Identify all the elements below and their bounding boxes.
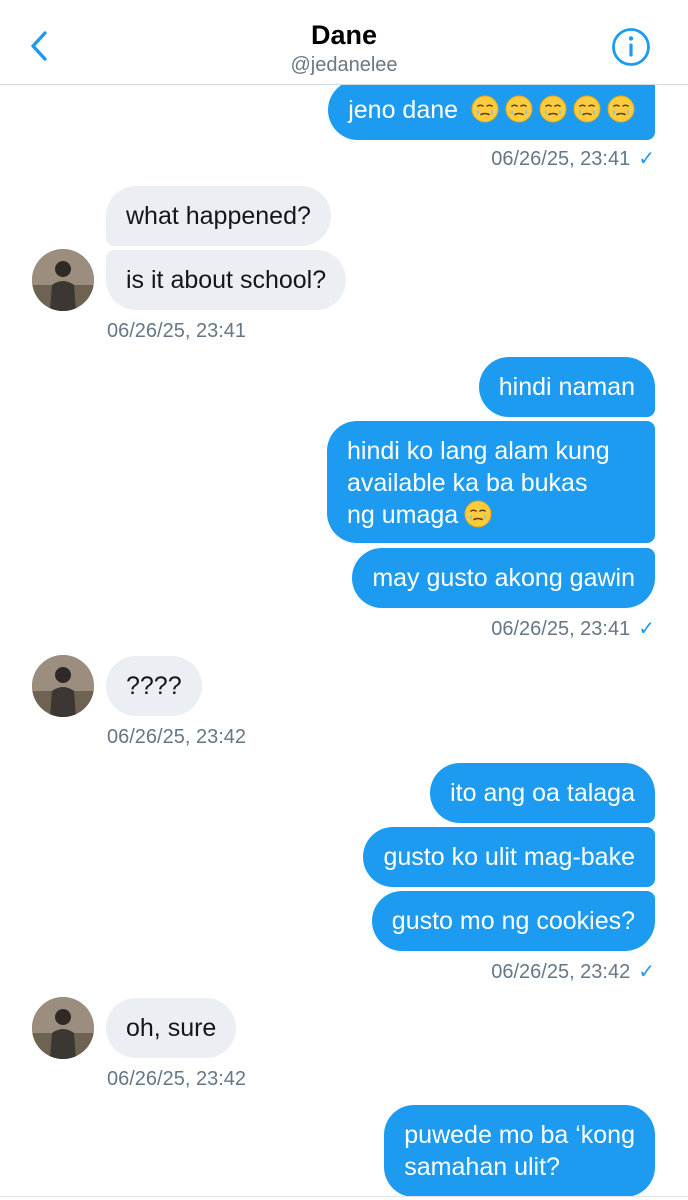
outgoing-message[interactable]: ito ang oa talaga bbox=[430, 763, 655, 823]
sent-check-icon: ✓ bbox=[638, 961, 655, 983]
emoji-group bbox=[465, 95, 635, 124]
message-text: may gusto akong gawin bbox=[372, 564, 635, 592]
message-timestamp: 06/26/25, 23:41 ✓ bbox=[491, 618, 655, 640]
composer-divider bbox=[0, 1196, 688, 1197]
contact-avatar[interactable] bbox=[32, 249, 94, 311]
outgoing-message[interactable]: may gusto akong gawin bbox=[352, 548, 655, 608]
face-holding-back-tears-emoji bbox=[607, 95, 635, 123]
incoming-message[interactable]: what happened? bbox=[106, 186, 331, 246]
sent-check-icon: ✓ bbox=[638, 618, 655, 640]
message-text: ???? bbox=[126, 672, 182, 700]
message-text: ito ang oa talaga bbox=[450, 779, 635, 807]
conversation-header: Dane @jedanelee bbox=[0, 0, 688, 85]
message-line: hindi ko lang alam kung bbox=[347, 437, 610, 465]
message-text: hindi ko lang alam kung available ka ba b… bbox=[347, 437, 610, 529]
message-line: puwede mo ba ‘kong bbox=[404, 1121, 635, 1149]
face-holding-back-tears-emoji bbox=[464, 500, 492, 528]
incoming-message[interactable]: ???? bbox=[106, 656, 202, 716]
incoming-message[interactable]: is it about school? bbox=[106, 250, 347, 310]
contact-name[interactable]: Dane bbox=[0, 18, 688, 52]
outgoing-message[interactable]: gusto mo ng cookies? bbox=[371, 891, 655, 951]
message-text: oh, sure bbox=[126, 1014, 217, 1042]
outgoing-message[interactable]: hindi ko lang alam kung available ka ba b… bbox=[327, 421, 655, 543]
message-text: what happened? bbox=[126, 202, 311, 230]
message-timestamp: 06/26/25, 23:42 ✓ bbox=[491, 961, 655, 983]
incoming-message[interactable]: oh, sure bbox=[106, 998, 237, 1058]
message-timestamp: 06/26/25, 23:41 bbox=[107, 320, 247, 342]
contact-avatar[interactable] bbox=[32, 655, 94, 717]
contact-avatar[interactable] bbox=[32, 997, 94, 1059]
face-holding-back-tears-emoji bbox=[505, 95, 533, 123]
person-photo-icon bbox=[32, 249, 94, 311]
message-timestamp: 06/26/25, 23:42 bbox=[107, 1068, 247, 1090]
person-photo-icon bbox=[32, 997, 94, 1059]
contact-handle[interactable]: @jedanelee bbox=[0, 53, 688, 77]
message-text: gusto ko ulit mag-bake bbox=[383, 843, 635, 871]
message-line: available ka ba bukas bbox=[347, 469, 588, 497]
sent-check-icon: ✓ bbox=[638, 148, 655, 170]
outgoing-message[interactable]: jeno dane bbox=[328, 80, 655, 140]
outgoing-message[interactable]: gusto ko ulit mag-bake bbox=[363, 827, 655, 887]
message-line: ng umaga bbox=[347, 501, 459, 529]
message-text: is it about school? bbox=[126, 266, 327, 294]
message-timestamp: 06/26/25, 23:42 bbox=[107, 726, 247, 748]
message-timestamp: 06/26/25, 23:41 ✓ bbox=[491, 148, 655, 170]
face-holding-back-tears-emoji bbox=[539, 95, 567, 123]
message-text: puwede mo ba ‘kong samahan ulit? bbox=[404, 1121, 635, 1181]
face-holding-back-tears-emoji bbox=[471, 95, 499, 123]
conversation-info-button[interactable] bbox=[610, 26, 652, 68]
info-icon bbox=[612, 28, 650, 66]
outgoing-message[interactable]: hindi naman bbox=[478, 357, 655, 417]
message-text: jeno dane bbox=[348, 96, 459, 124]
message-text: gusto mo ng cookies? bbox=[391, 907, 635, 935]
message-text: hindi naman bbox=[498, 373, 635, 401]
outgoing-message[interactable]: puwede mo ba ‘kong samahan ulit? bbox=[384, 1105, 655, 1197]
person-photo-icon bbox=[32, 655, 94, 717]
face-holding-back-tears-emoji bbox=[573, 95, 601, 123]
message-line: samahan ulit? bbox=[404, 1153, 560, 1181]
